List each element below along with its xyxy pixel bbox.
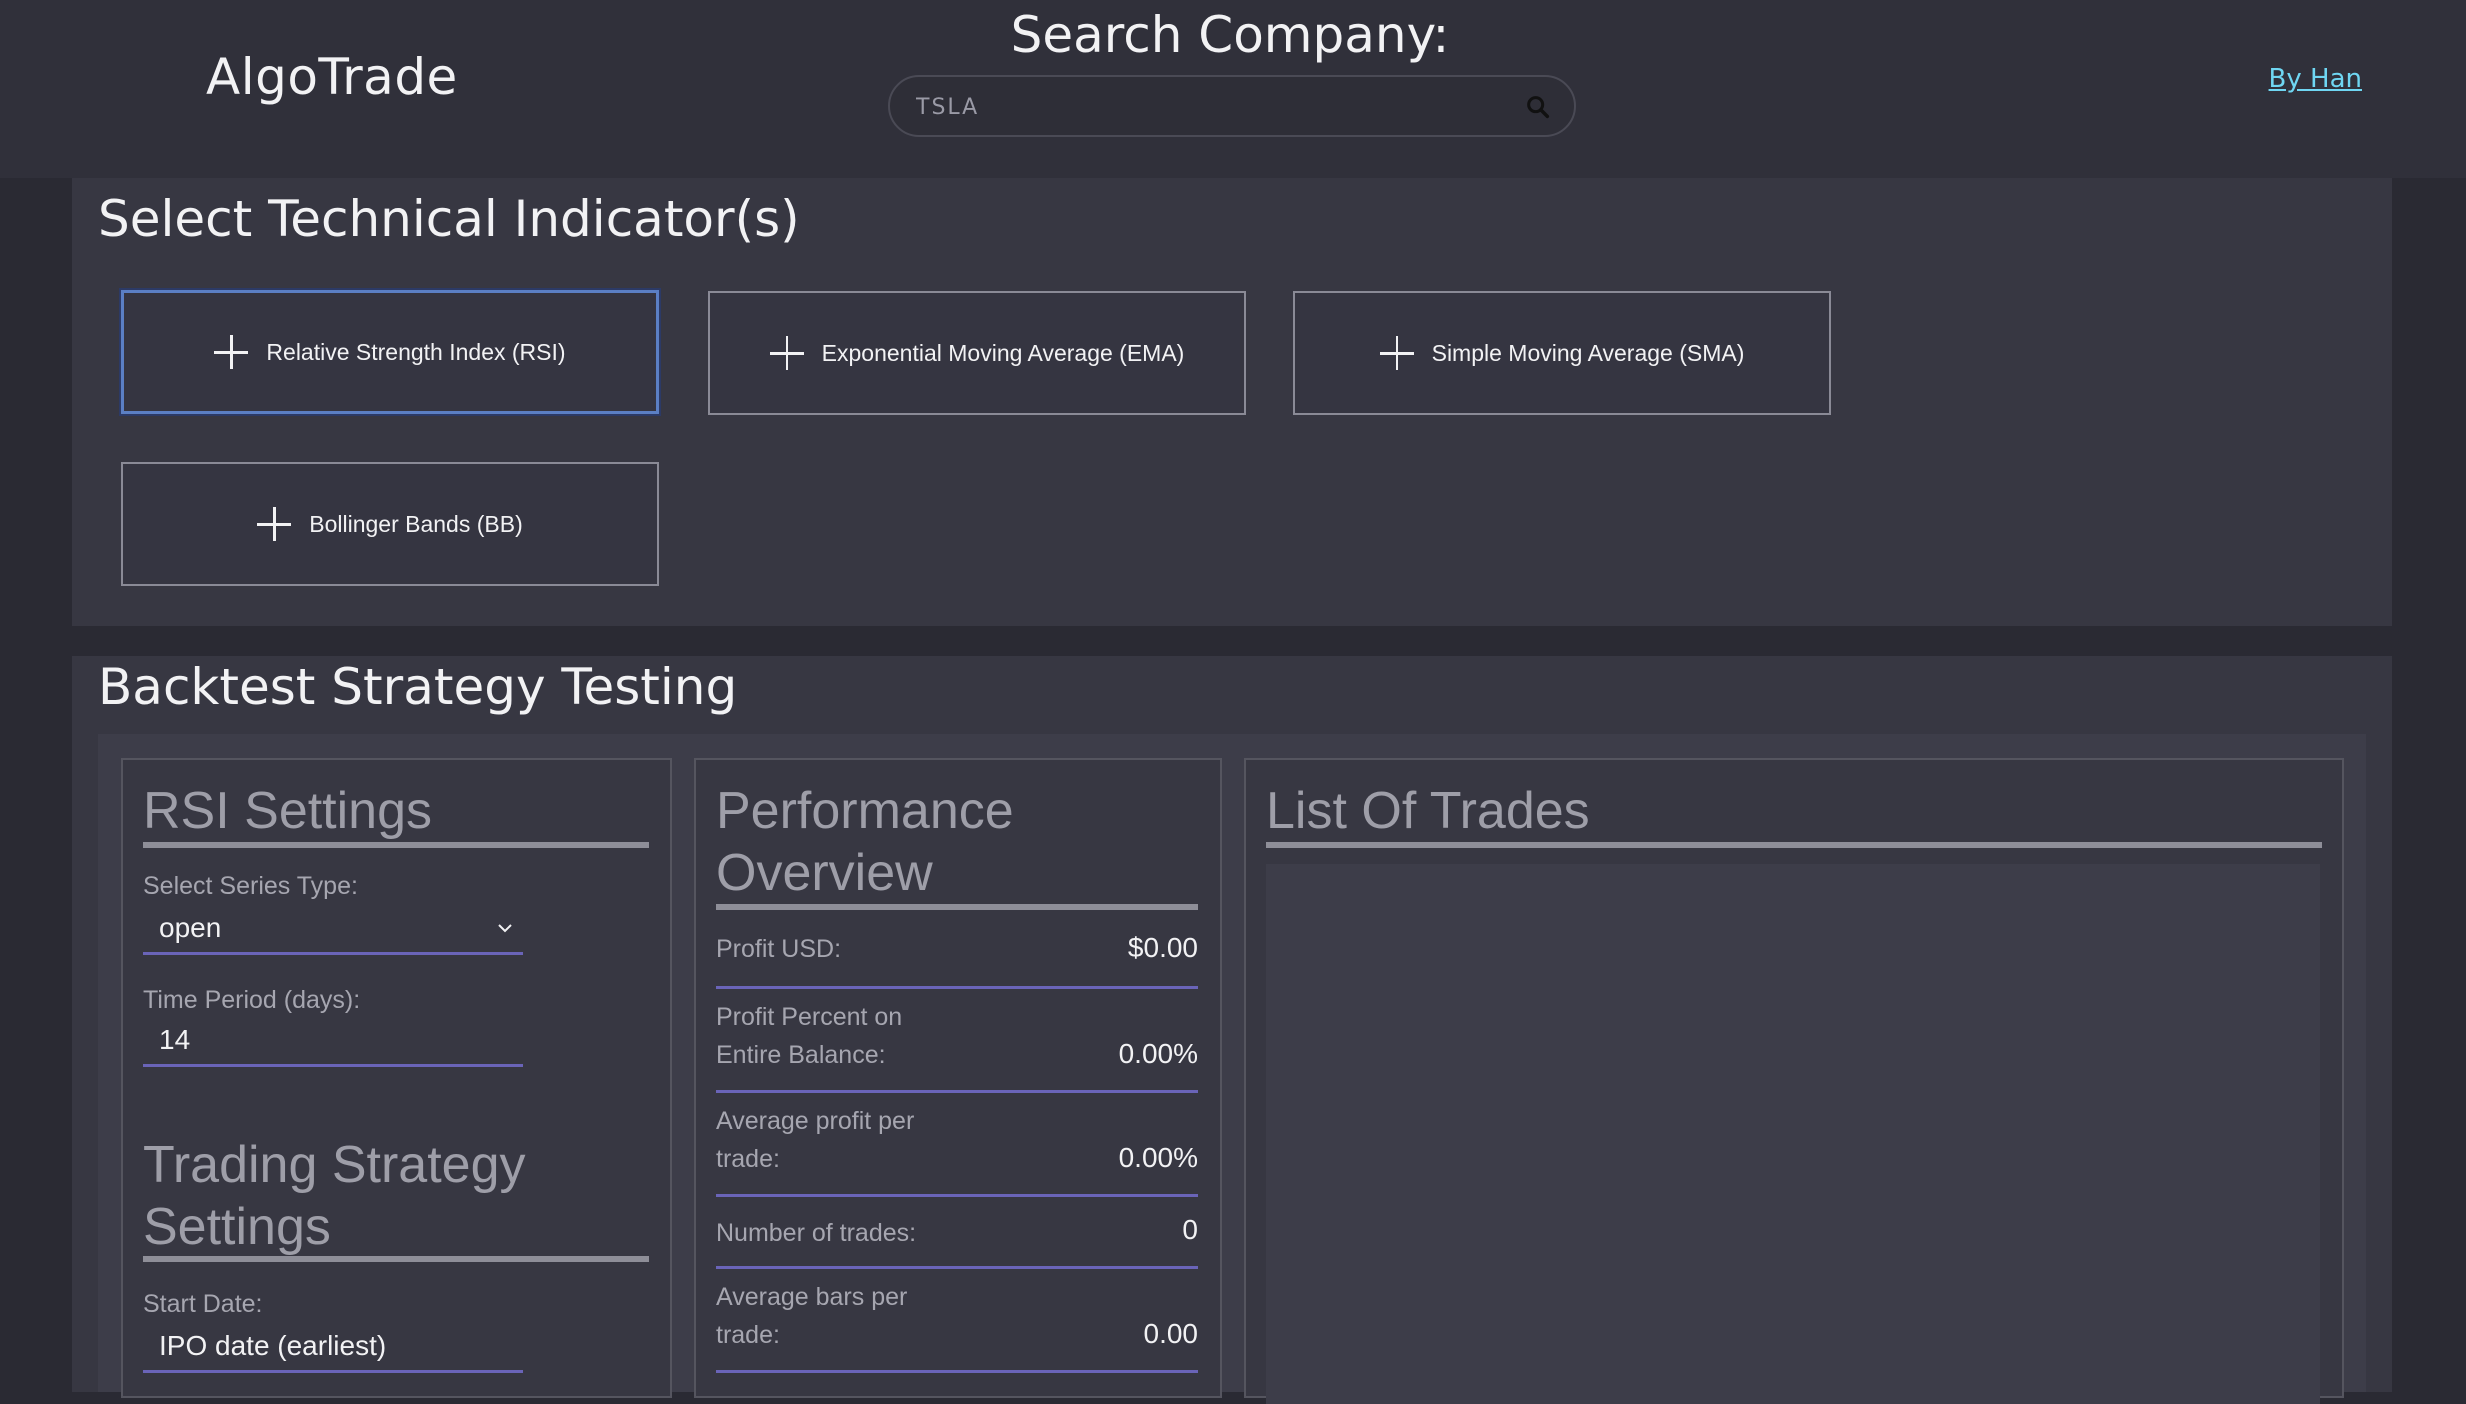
- button-label: Bollinger Bands (BB): [309, 510, 523, 537]
- add-sma-button[interactable]: Simple Moving Average (SMA): [1293, 291, 1831, 415]
- backtest-section-title: Backtest Strategy Testing: [98, 658, 738, 716]
- trades-card: List Of Trades: [1244, 758, 2344, 1404]
- series-type-value: open: [159, 912, 222, 943]
- strategy-settings-title: Trading Strategy Settings: [143, 1136, 526, 1256]
- add-ema-button[interactable]: Exponential Moving Average (EMA): [708, 291, 1246, 415]
- start-date-value: IPO date (earliest): [159, 1330, 387, 1361]
- stat-number-of-trades: Number of trades: 0: [716, 1204, 1198, 1269]
- title-divider: [143, 1256, 649, 1262]
- search-icon[interactable]: [1524, 93, 1552, 121]
- stat-average-bars: Average bars per trade: 0.00: [716, 1274, 1198, 1373]
- rsi-settings-card: RSI Settings Select Series Type: open Ti…: [121, 758, 672, 1398]
- stat-average-profit: Average profit per trade: 0.00%: [716, 1100, 1198, 1197]
- plus-icon: [214, 335, 249, 369]
- search-input[interactable]: [914, 77, 1498, 137]
- stat-profit-percent: Profit Percent on Entire Balance: 0.00%: [716, 996, 1198, 1093]
- author-link[interactable]: By Han: [2269, 64, 2362, 94]
- time-period-value: 14: [159, 1024, 191, 1055]
- button-label: Exponential Moving Average (EMA): [821, 339, 1185, 366]
- plus-icon: [769, 336, 804, 370]
- app-logo[interactable]: AlgoTrade: [206, 48, 458, 106]
- title-divider: [716, 904, 1198, 910]
- trades-list[interactable]: [1266, 864, 2320, 1404]
- indicator-section-title: Select Technical Indicator(s): [98, 190, 800, 248]
- top-header: AlgoTrade Search Company: By Han: [0, 0, 2466, 178]
- search-title: Search Company:: [1010, 6, 1450, 64]
- performance-card: Performance Overview Profit USD: $0.00 P…: [694, 758, 1222, 1398]
- add-bb-button[interactable]: Bollinger Bands (BB): [121, 462, 659, 586]
- trades-title: List Of Trades: [1266, 782, 1590, 840]
- add-rsi-button[interactable]: Relative Strength Index (RSI): [121, 290, 659, 414]
- start-date-field[interactable]: IPO date (earliest): [143, 1326, 523, 1373]
- plus-icon: [1379, 336, 1414, 370]
- plus-icon: [257, 507, 292, 541]
- chevron-down-icon: [498, 924, 512, 933]
- series-type-label: Select Series Type:: [143, 872, 358, 900]
- time-period-label: Time Period (days):: [143, 986, 361, 1014]
- search-box[interactable]: [888, 75, 1576, 137]
- start-date-label: Start Date:: [143, 1290, 263, 1318]
- stat-profit-usd: Profit USD: $0.00: [716, 920, 1198, 989]
- series-type-select[interactable]: open: [143, 908, 523, 955]
- title-divider: [143, 842, 649, 848]
- title-divider: [1266, 842, 2322, 848]
- rsi-settings-title: RSI Settings: [143, 782, 433, 840]
- button-label: Relative Strength Index (RSI): [266, 338, 566, 365]
- button-label: Simple Moving Average (SMA): [1431, 339, 1745, 366]
- performance-title: Performance Overview: [716, 782, 1014, 902]
- time-period-input[interactable]: 14: [143, 1020, 523, 1067]
